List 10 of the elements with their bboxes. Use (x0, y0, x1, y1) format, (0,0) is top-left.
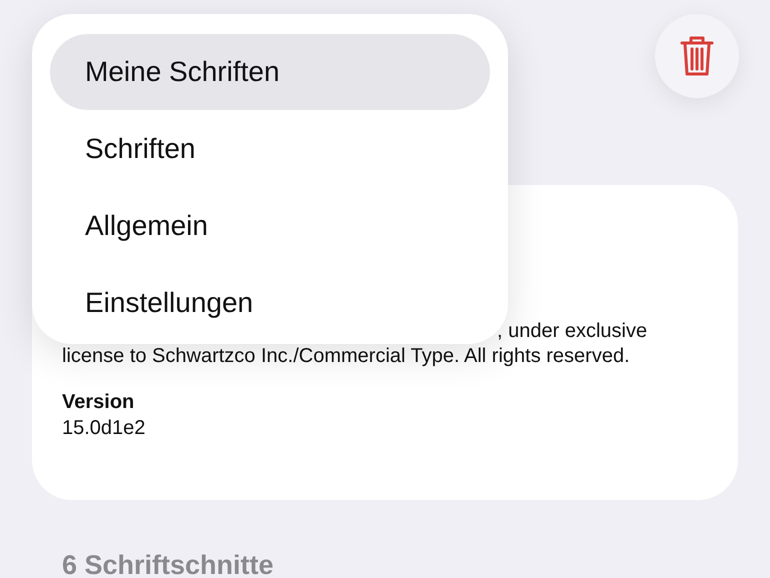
copyright-text: license to Schwartzco Inc./Commercial Type. All rights reserved. (62, 344, 631, 369)
menu-item[interactable]: Einstellungen (50, 265, 490, 341)
menu-item[interactable]: Allgemein (50, 188, 490, 264)
menu-item[interactable]: Schriften (50, 111, 490, 187)
section-header: 6 Schriftschnitte (62, 550, 275, 578)
trash-icon (680, 35, 714, 77)
version-label: Version (62, 390, 136, 415)
menu-item[interactable]: Meine Schriften (50, 34, 490, 110)
copyright-text: , under exclusive (497, 319, 648, 344)
version-value: 15.0d1e2 (62, 416, 146, 441)
